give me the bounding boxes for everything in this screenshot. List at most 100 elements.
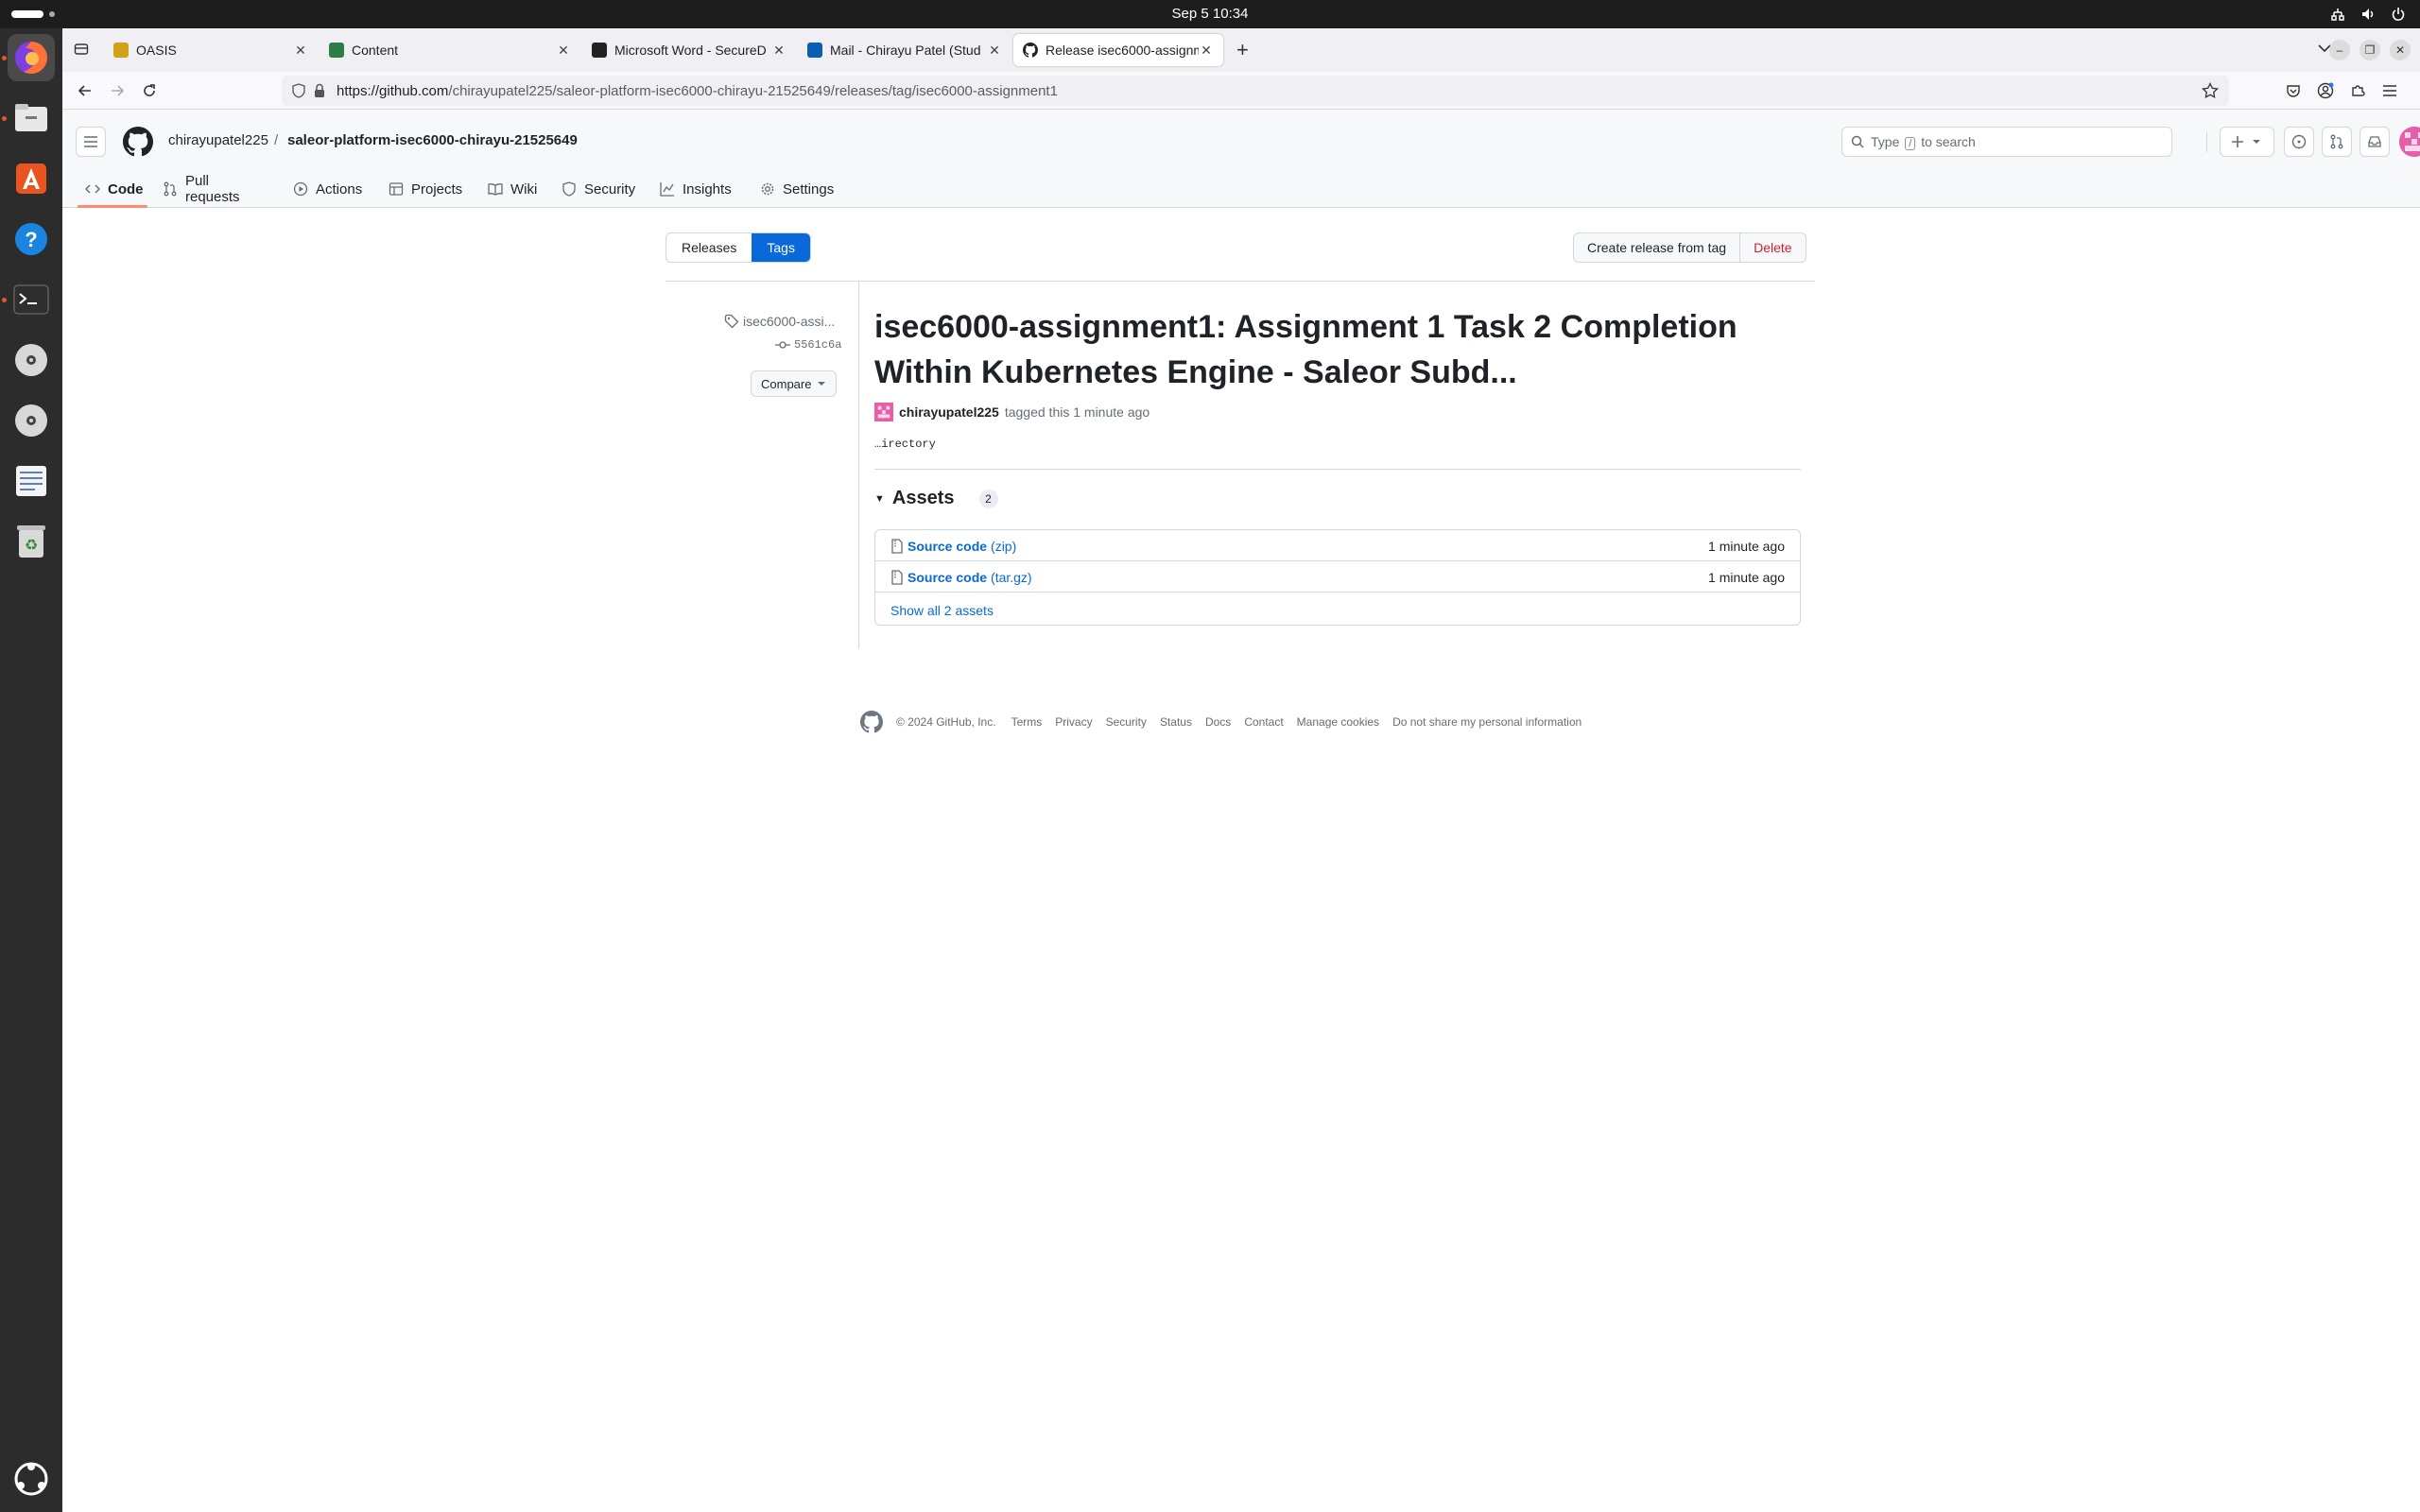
inbox-icon[interactable] — [2360, 127, 2390, 157]
tagged-time: tagged this 1 minute ago — [1004, 404, 1150, 420]
repo-owner-link[interactable]: chirayupatel225 — [168, 132, 268, 148]
author-avatar[interactable] — [874, 403, 893, 421]
search-icon — [1851, 135, 1864, 148]
create-release-from-tag-button[interactable]: Create release from tag — [1574, 233, 1739, 262]
list-item: Source code (tar.gz) 1 minute ago — [875, 561, 1800, 593]
network-icon[interactable] — [2329, 6, 2346, 23]
reload-icon[interactable] — [140, 81, 159, 100]
footer-link-contact[interactable]: Contact — [1244, 715, 1283, 729]
close-icon[interactable]: ✕ — [987, 43, 1002, 59]
volume-icon[interactable] — [2360, 6, 2377, 23]
commit-link[interactable]: 5561c6a — [775, 338, 841, 352]
search-input[interactable]: Type / to search — [1841, 127, 2172, 157]
footer-link-privacy[interactable]: Privacy — [1055, 715, 1092, 729]
pull-requests-icon[interactable] — [2322, 127, 2352, 157]
delete-button[interactable]: Delete — [1739, 233, 1805, 262]
menu-icon[interactable] — [2380, 81, 2399, 100]
hamburger-menu-button[interactable] — [76, 127, 106, 157]
footer-link-do-not-share[interactable]: Do not share my personal information — [1392, 715, 1582, 729]
address-bar[interactable]: https://github.com/chirayupatel225/saleo… — [282, 76, 2229, 106]
copyright-text: © 2024 GitHub, Inc. — [896, 715, 996, 729]
disc-drive-icon[interactable] — [8, 336, 55, 384]
lock-icon[interactable] — [310, 81, 329, 100]
compare-button[interactable]: Compare — [751, 370, 838, 397]
asset-time: 1 minute ago — [1708, 570, 1785, 585]
browser-tab[interactable]: Microsoft Word - SecureD ✕ — [582, 34, 796, 66]
bookmark-star-icon[interactable] — [2201, 81, 2220, 100]
footer-link-docs[interactable]: Docs — [1205, 715, 1231, 729]
page-footer: © 2024 GitHub, Inc. Terms Privacy Securi… — [860, 711, 1582, 733]
maximize-button[interactable]: ❐ — [2360, 40, 2380, 60]
close-icon[interactable]: ✕ — [293, 43, 308, 59]
author-link[interactable]: chirayupatel225 — [899, 404, 999, 420]
browser-tab[interactable]: OASIS ✕ — [104, 34, 318, 66]
system-tray[interactable] — [2329, 6, 2407, 23]
pocket-icon[interactable] — [2284, 81, 2303, 100]
github-logo-icon[interactable] — [123, 127, 153, 157]
close-icon[interactable]: ✕ — [771, 43, 786, 59]
browser-tab[interactable]: Content ✕ — [320, 34, 580, 66]
tab-security[interactable]: Security — [562, 170, 635, 208]
github-favicon-icon — [1023, 43, 1038, 58]
tab-projects[interactable]: Projects — [389, 170, 462, 208]
window-controls: – ❐ ✕ — [2329, 40, 2411, 60]
browser-tab-active[interactable]: Release isec6000-assignm ✕ — [1013, 34, 1223, 66]
tags-tab-button[interactable]: Tags — [752, 233, 810, 262]
tab-pull-requests[interactable]: Pull requests — [163, 170, 240, 208]
show-all-assets-link[interactable]: Show all 2 assets — [890, 603, 994, 618]
tab-insights[interactable]: Insights — [660, 170, 732, 208]
firefox-view-icon[interactable] — [72, 40, 91, 59]
issues-icon[interactable] — [2284, 127, 2314, 157]
new-tab-button[interactable]: + — [1236, 40, 1249, 60]
disc-drive-icon[interactable] — [8, 397, 55, 444]
assets-heading: Assets — [891, 488, 955, 508]
close-icon[interactable]: ✕ — [1199, 43, 1214, 59]
asset-name: Source code — [908, 539, 988, 554]
show-apps-icon[interactable] — [13, 1461, 49, 1497]
browser-nav-bar: https://github.com/chirayupatel225/saleo… — [62, 72, 2420, 110]
pull-request-icon — [163, 181, 178, 197]
terminal-icon[interactable] — [8, 276, 55, 323]
footer-link-security[interactable]: Security — [1106, 715, 1147, 729]
running-indicator — [2, 56, 7, 60]
account-icon[interactable] — [2316, 81, 2335, 100]
forward-icon[interactable] — [108, 81, 127, 100]
releases-tab-button[interactable]: Releases — [666, 233, 752, 262]
create-new-button[interactable] — [2220, 127, 2274, 157]
code-icon — [85, 181, 100, 197]
footer-link-manage-cookies[interactable]: Manage cookies — [1297, 715, 1379, 729]
tab-label: Microsoft Word - SecureD — [614, 43, 767, 58]
close-icon[interactable]: ✕ — [556, 43, 571, 59]
trash-icon[interactable]: ♻ — [8, 518, 55, 565]
help-icon[interactable]: ? — [8, 215, 55, 263]
tab-code[interactable]: Code — [85, 170, 144, 208]
close-window-button[interactable]: ✕ — [2390, 40, 2411, 60]
extensions-icon[interactable] — [2348, 81, 2367, 100]
asset-download-link[interactable]: Source code (zip) — [890, 539, 1016, 554]
url-path: /chirayupatel225/saleor-platform-isec600… — [448, 83, 1058, 99]
user-avatar[interactable] — [2399, 127, 2420, 157]
power-icon[interactable] — [2390, 6, 2407, 23]
asset-download-link[interactable]: Source code (tar.gz) — [890, 570, 1032, 585]
back-icon[interactable] — [76, 81, 95, 100]
minimize-button[interactable]: – — [2329, 40, 2350, 60]
browser-tab[interactable]: Mail - Chirayu Patel (Stud ✕ — [798, 34, 1011, 66]
url-text[interactable]: https://github.com/chirayupatel225/saleo… — [337, 83, 1058, 99]
footer-link-terms[interactable]: Terms — [1011, 715, 1043, 729]
repo-name-link[interactable]: saleor-platform-isec6000-chirayu-2152564… — [287, 132, 578, 148]
firefox-icon[interactable] — [8, 34, 55, 81]
system-clock[interactable]: Sep 5 10:34 — [0, 6, 2420, 22]
text-editor-icon[interactable] — [8, 457, 55, 505]
footer-link-status[interactable]: Status — [1160, 715, 1192, 729]
assets-toggle[interactable]: ▼ Assets 2 — [874, 488, 998, 509]
tab-actions[interactable]: Actions — [293, 170, 362, 208]
tab-wiki[interactable]: Wiki — [488, 170, 537, 208]
app-center-icon[interactable] — [8, 155, 55, 202]
tab-label: Pull requests — [185, 173, 240, 205]
github-mark-icon[interactable] — [860, 711, 883, 733]
shield-icon[interactable] — [289, 81, 308, 100]
tag-link[interactable]: isec6000-assi... — [724, 314, 835, 329]
divider — [2193, 127, 2221, 157]
tab-settings[interactable]: Settings — [760, 170, 834, 208]
files-icon[interactable] — [8, 94, 55, 142]
